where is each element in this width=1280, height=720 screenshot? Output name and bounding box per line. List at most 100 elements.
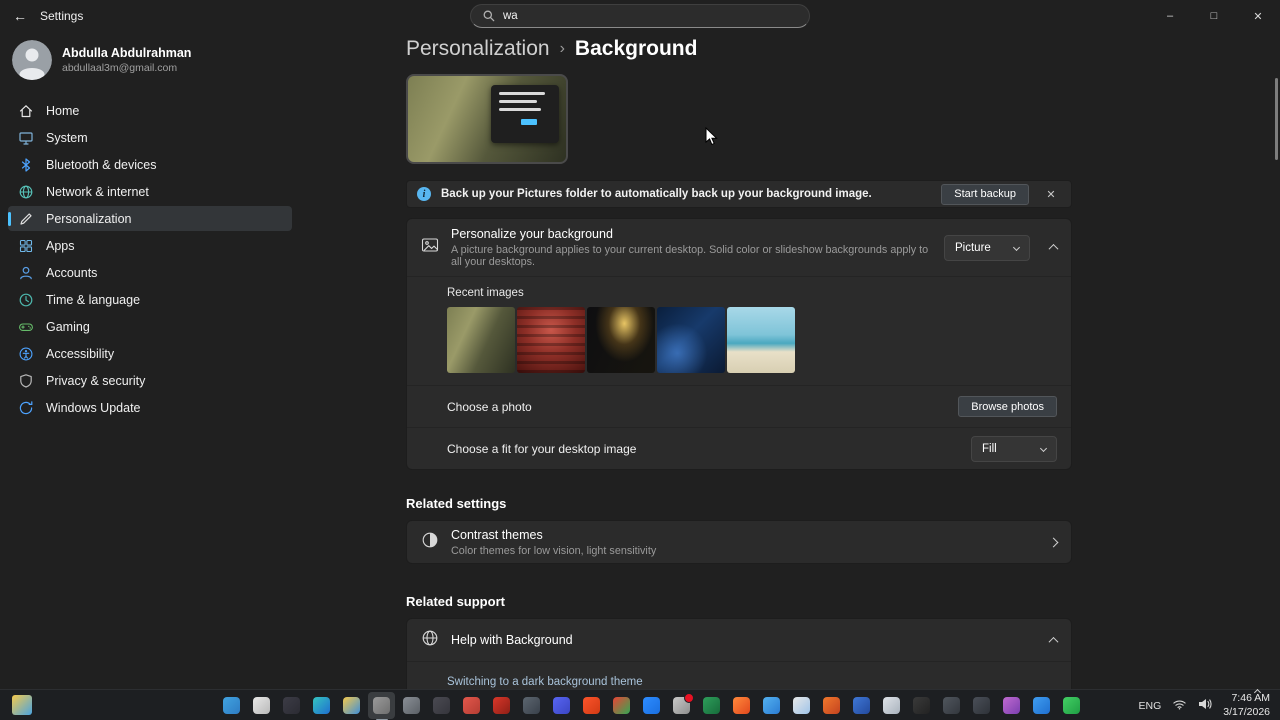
sidebar-item-apps[interactable]: Apps: [8, 233, 292, 258]
word-icon[interactable]: [878, 692, 905, 719]
preview-accent-button: [521, 119, 537, 125]
scrollbar[interactable]: [1275, 78, 1278, 160]
related-settings-heading: Related settings: [406, 496, 507, 511]
choose-fit-row: Choose a fit for your desktop image Fill: [407, 427, 1071, 469]
github-icon[interactable]: [668, 692, 695, 719]
taskbar: ENG 7:46 AM 3/17/2026: [0, 688, 1280, 720]
fit-dropdown[interactable]: Fill: [971, 435, 1057, 462]
sidebar-item-accounts[interactable]: Accounts: [8, 260, 292, 285]
sidebar-item-label: Accounts: [46, 265, 98, 280]
update-icon: [18, 400, 34, 416]
calendar-icon[interactable]: [788, 692, 815, 719]
start-backup-button[interactable]: Start backup: [941, 183, 1029, 205]
volume-icon[interactable]: [1198, 697, 1212, 715]
brave-icon[interactable]: [578, 692, 605, 719]
back-button[interactable]: ←: [0, 0, 40, 32]
sync-icon[interactable]: [398, 692, 425, 719]
chrome-icon[interactable]: [608, 692, 635, 719]
maximize-button[interactable]: □: [1192, 0, 1236, 32]
close-button[interactable]: ✕: [1236, 0, 1280, 32]
search-box[interactable]: [470, 4, 810, 28]
personalization-icon: [18, 211, 34, 227]
backup-banner: i Back up your Pictures folder to automa…: [406, 180, 1072, 208]
sidebar-item-privacy-security[interactable]: Privacy & security: [8, 368, 292, 393]
sidebar-item-home[interactable]: Home: [8, 98, 292, 123]
office-icon[interactable]: [818, 692, 845, 719]
discord-icon[interactable]: [548, 692, 575, 719]
tray-date: 3/17/2026: [1223, 705, 1270, 718]
sidebar-item-label: Network & internet: [46, 184, 149, 199]
banner-close-icon[interactable]: ✕: [1039, 183, 1063, 205]
contrast-themes-card[interactable]: Contrast themes Color themes for low vis…: [406, 520, 1072, 564]
chevron-down-icon: [1039, 444, 1048, 453]
whatsapp-icon[interactable]: [1058, 692, 1085, 719]
related-support-heading: Related support: [406, 594, 505, 609]
movies-icon[interactable]: [848, 692, 875, 719]
adobe-icon[interactable]: [488, 692, 515, 719]
taskbar-app-icons: [218, 692, 1085, 719]
chevron-up-icon[interactable]: [1048, 243, 1059, 254]
recent-image-4[interactable]: [657, 307, 725, 373]
breadcrumb-parent[interactable]: Personalization: [406, 37, 550, 61]
sidebar-item-label: Accessibility: [46, 346, 115, 361]
personalize-header-row[interactable]: Personalize your background A picture ba…: [407, 219, 1071, 276]
paint-icon[interactable]: [998, 692, 1025, 719]
language-indicator[interactable]: ENG: [1139, 700, 1162, 712]
zoom-icon[interactable]: [638, 692, 665, 719]
browse-photos-button[interactable]: Browse photos: [958, 396, 1057, 417]
terminal-icon[interactable]: [908, 692, 935, 719]
search-icon: [483, 10, 495, 22]
help-header-row[interactable]: Help with Background: [407, 619, 1071, 661]
sidebar-item-label: Personalization: [46, 211, 132, 226]
sidebar-item-system[interactable]: System: [8, 125, 292, 150]
steam-icon[interactable]: [518, 692, 545, 719]
firefox-icon[interactable]: [728, 692, 755, 719]
sidebar-item-time-language[interactable]: Time & language: [8, 287, 292, 312]
start-icon[interactable]: [218, 692, 245, 719]
choose-photo-label: Choose a photo: [447, 399, 532, 414]
edge-icon[interactable]: [308, 692, 335, 719]
system-icon: [18, 130, 34, 146]
sidebar-item-accessibility[interactable]: Accessibility: [8, 341, 292, 366]
task-view-icon[interactable]: [278, 692, 305, 719]
calculator-icon[interactable]: [428, 692, 455, 719]
media-player-icon[interactable]: [968, 692, 995, 719]
photos-icon[interactable]: [758, 692, 785, 719]
recent-image-5[interactable]: [727, 307, 795, 373]
avatar: [12, 40, 52, 80]
settings-icon[interactable]: [368, 692, 395, 719]
chevron-up-icon[interactable]: [1048, 636, 1059, 647]
search-input[interactable]: [503, 10, 797, 22]
search-icon[interactable]: [248, 692, 275, 719]
recent-images-section: Recent images: [407, 276, 1071, 385]
chevron-right-icon: [1048, 537, 1059, 547]
background-type-value: Picture: [955, 241, 991, 254]
sidebar-item-label: Gaming: [46, 319, 90, 334]
sidebar-item-bluetooth[interactable]: Bluetooth & devices: [8, 152, 292, 177]
notepad-icon[interactable]: [938, 692, 965, 719]
accessibility-icon: [18, 346, 34, 362]
user-profile[interactable]: Abdulla Abdulrahman abdullaal3m@gmail.co…: [0, 32, 300, 80]
app-title: Settings: [40, 9, 84, 23]
wifi-icon[interactable]: [1172, 697, 1187, 715]
recent-image-3[interactable]: [587, 307, 655, 373]
file-explorer-icon[interactable]: [338, 692, 365, 719]
background-type-dropdown[interactable]: Picture: [944, 234, 1030, 261]
weather-widget-icon[interactable]: [12, 695, 32, 715]
autodesk-icon[interactable]: [458, 692, 485, 719]
system-tray: ENG 7:46 AM 3/17/2026: [1139, 688, 1270, 720]
sidebar-item-personalization[interactable]: Personalization: [8, 206, 292, 231]
sidebar-item-windows-update[interactable]: Windows Update: [8, 395, 292, 420]
sidebar-item-label: Bluetooth & devices: [46, 157, 157, 172]
recent-image-1[interactable]: [447, 307, 515, 373]
recent-image-2[interactable]: [517, 307, 585, 373]
clock-icon: [18, 292, 34, 308]
sidebar-item-gaming[interactable]: Gaming: [8, 314, 292, 339]
excel-icon[interactable]: [698, 692, 725, 719]
help-link[interactable]: Switching to a dark background theme: [447, 676, 1057, 688]
sidebar-item-network[interactable]: Network & internet: [8, 179, 292, 204]
minimize-button[interactable]: –: [1148, 0, 1192, 32]
banner-text: Back up your Pictures folder to automati…: [441, 188, 872, 200]
clock[interactable]: 7:46 AM 3/17/2026: [1223, 692, 1270, 718]
browser-icon[interactable]: [1028, 692, 1055, 719]
